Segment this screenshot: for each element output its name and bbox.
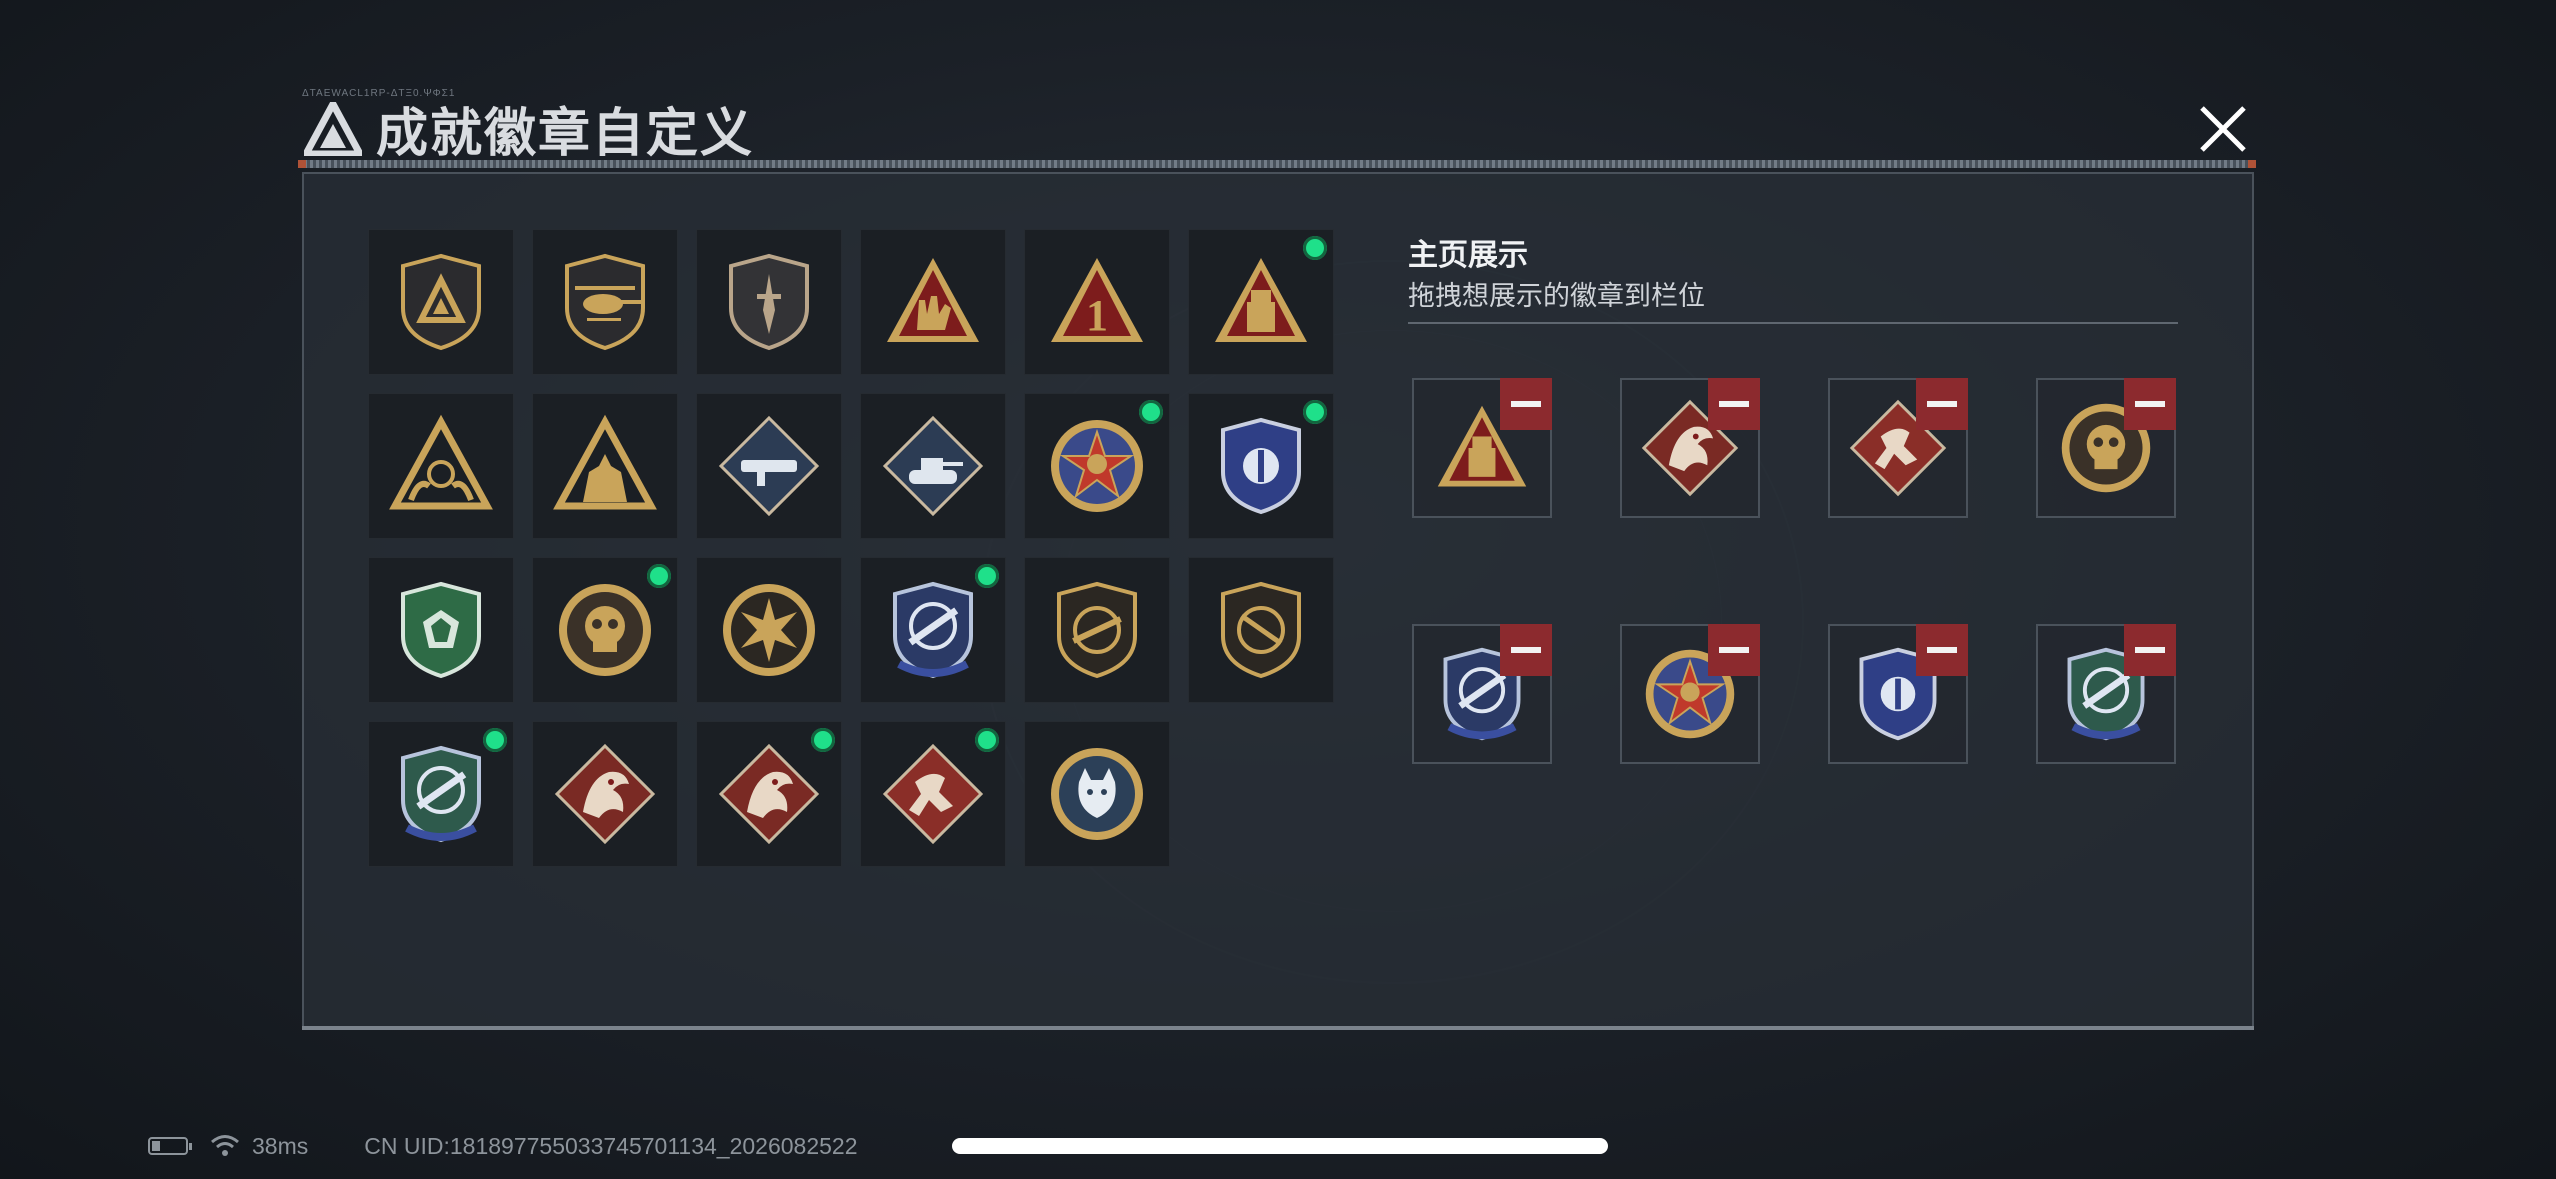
skull-circle-badge-icon bbox=[559, 584, 651, 676]
minus-icon bbox=[2135, 647, 2165, 653]
number-one-triangle-badge[interactable]: 1 bbox=[1024, 229, 1170, 375]
triangle-shield-badge-icon bbox=[401, 253, 481, 351]
badge-grid: 1 bbox=[368, 229, 1336, 869]
green-gem-shield-badge[interactable] bbox=[368, 557, 514, 703]
showcase-slot[interactable] bbox=[1620, 378, 1760, 518]
helicopter-shield-badge-icon bbox=[565, 253, 645, 351]
panel-bottom-edge bbox=[302, 1026, 2254, 1030]
new-indicator-dot bbox=[1139, 400, 1163, 424]
gold-blade-shield-badge[interactable] bbox=[1188, 557, 1334, 703]
home-indicator[interactable] bbox=[952, 1138, 1608, 1154]
remove-badge-button[interactable] bbox=[1500, 378, 1552, 430]
sunburst-circle-badge-icon bbox=[723, 584, 815, 676]
lynx-circle-badge-icon bbox=[1051, 748, 1143, 840]
ping-text: 38ms bbox=[252, 1132, 309, 1159]
hand-sign-triangle-badge[interactable] bbox=[860, 229, 1006, 375]
remove-badge-button[interactable] bbox=[1916, 624, 1968, 676]
remove-badge-button[interactable] bbox=[2124, 378, 2176, 430]
showcase-slot[interactable] bbox=[1828, 378, 1968, 518]
showcase-slot[interactable] bbox=[2036, 378, 2176, 518]
wifi-icon bbox=[211, 1135, 239, 1156]
new-indicator-dot bbox=[1303, 400, 1327, 424]
close-button[interactable] bbox=[2186, 96, 2260, 162]
dragon-diamond-badge[interactable] bbox=[532, 721, 678, 867]
hands-triangle-badge-icon bbox=[389, 414, 493, 510]
battery-icon bbox=[148, 1137, 192, 1155]
header-divider bbox=[298, 160, 2256, 168]
showcase-slot[interactable] bbox=[1412, 624, 1552, 764]
minus-icon bbox=[2135, 401, 2165, 407]
runner-diamond-badge[interactable] bbox=[860, 721, 1006, 867]
triangle-shield-badge[interactable] bbox=[368, 229, 514, 375]
green-crosshair-badge-icon bbox=[401, 745, 481, 843]
delta-logo-icon bbox=[300, 96, 366, 158]
green-crosshair-badge[interactable] bbox=[368, 721, 514, 867]
blue-crosshair-rifle-badge-icon bbox=[893, 581, 973, 679]
dragon-diamond-badge-2[interactable] bbox=[696, 721, 842, 867]
minus-icon bbox=[1927, 401, 1957, 407]
star-circle-badge-icon bbox=[1051, 420, 1143, 512]
new-indicator-dot bbox=[1303, 236, 1327, 260]
gold-rifle-shield-badge-icon bbox=[1057, 581, 1137, 679]
svg-text:1: 1 bbox=[1086, 291, 1108, 340]
hand-sign-triangle-badge-icon bbox=[887, 258, 979, 342]
hands-triangle-badge[interactable] bbox=[368, 393, 514, 539]
tank-diamond-badge[interactable] bbox=[860, 393, 1006, 539]
helicopter-shield-badge[interactable] bbox=[532, 229, 678, 375]
blue-crosshair-rifle-badge[interactable] bbox=[860, 557, 1006, 703]
gold-blade-shield-badge-icon bbox=[1221, 581, 1301, 679]
showcase-title: 主页展示 bbox=[1408, 239, 1528, 272]
sunburst-circle-badge[interactable] bbox=[696, 557, 842, 703]
new-indicator-dot bbox=[811, 728, 835, 752]
star-circle-badge[interactable] bbox=[1024, 393, 1170, 539]
showcase-slot[interactable] bbox=[1620, 624, 1760, 764]
rocket-diamond-badge-icon bbox=[718, 415, 820, 517]
soldiers-triangle-badge[interactable] bbox=[532, 393, 678, 539]
new-indicator-dot bbox=[483, 728, 507, 752]
blue-shield-badge-icon bbox=[1221, 417, 1301, 515]
remove-badge-button[interactable] bbox=[1708, 624, 1760, 676]
remove-badge-button[interactable] bbox=[1916, 378, 1968, 430]
showcase-slot[interactable] bbox=[1828, 624, 1968, 764]
dragon-diamond-badge-icon bbox=[554, 743, 656, 845]
status-bar: 38ms CN UID:18189775503374570​1134_20260… bbox=[148, 1126, 857, 1166]
minus-icon bbox=[1719, 401, 1749, 407]
minus-icon bbox=[1719, 647, 1749, 653]
showcase-divider bbox=[1408, 322, 2178, 324]
remove-badge-button[interactable] bbox=[1708, 378, 1760, 430]
showcase-slot[interactable] bbox=[2036, 624, 2176, 764]
uid-text: CN UID:18189775503374570​1134_2026082522 bbox=[364, 1132, 858, 1159]
usb-triangle-badge[interactable] bbox=[1188, 229, 1334, 375]
minus-icon bbox=[1927, 647, 1957, 653]
showcase-subtitle: 拖拽想展示的徽章到栏位 bbox=[1408, 281, 1705, 311]
lynx-circle-badge[interactable] bbox=[1024, 721, 1170, 867]
minus-icon bbox=[1511, 647, 1541, 653]
number-one-triangle-badge-icon: 1 bbox=[1051, 258, 1143, 342]
runner-diamond-badge-icon bbox=[882, 743, 984, 845]
usb-triangle-badge-icon bbox=[1215, 258, 1307, 342]
new-indicator-dot bbox=[975, 728, 999, 752]
skull-circle-badge[interactable] bbox=[532, 557, 678, 703]
close-icon bbox=[2200, 106, 2246, 152]
soldiers-triangle-badge-icon bbox=[553, 414, 657, 510]
dagger-shield-badge-icon bbox=[729, 253, 809, 351]
new-indicator-dot bbox=[647, 564, 671, 588]
showcase-slot[interactable] bbox=[1412, 378, 1552, 518]
minus-icon bbox=[1511, 401, 1541, 407]
remove-badge-button[interactable] bbox=[1500, 624, 1552, 676]
new-indicator-dot bbox=[975, 564, 999, 588]
green-gem-shield-badge-icon bbox=[401, 581, 481, 679]
rocket-diamond-badge[interactable] bbox=[696, 393, 842, 539]
blue-shield-badge[interactable] bbox=[1188, 393, 1334, 539]
dagger-shield-badge[interactable] bbox=[696, 229, 842, 375]
dragon-diamond-badge-2-icon bbox=[718, 743, 820, 845]
tank-diamond-badge-icon bbox=[882, 415, 984, 517]
remove-badge-button[interactable] bbox=[2124, 624, 2176, 676]
gold-rifle-shield-badge[interactable] bbox=[1024, 557, 1170, 703]
